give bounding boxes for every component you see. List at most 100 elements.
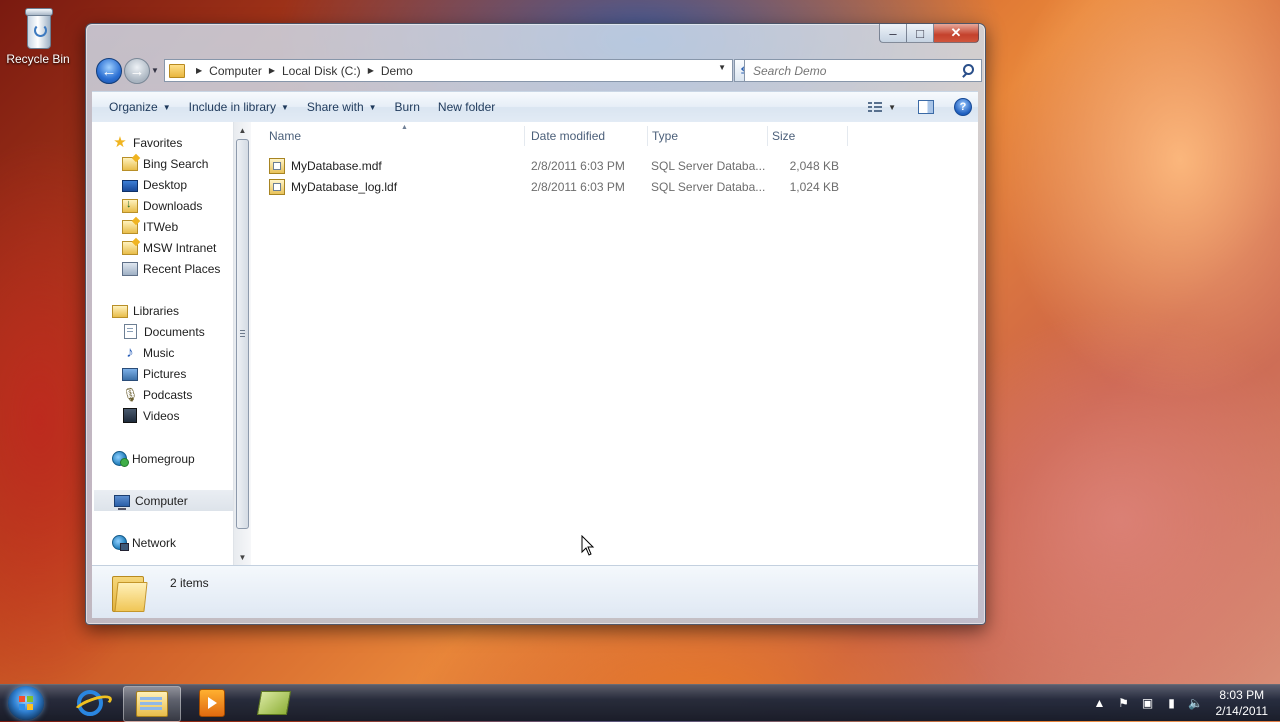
maximize-button[interactable]: □ bbox=[907, 24, 934, 43]
nav-item-label: Downloads bbox=[143, 198, 203, 213]
power-icon[interactable]: ▣ bbox=[1140, 695, 1156, 711]
search-box[interactable] bbox=[744, 59, 982, 82]
favorite-link-icon bbox=[122, 240, 138, 255]
taskbar-sql-server[interactable] bbox=[246, 686, 302, 720]
nav-item-desktop[interactable]: Desktop bbox=[92, 174, 187, 195]
column-header-date-modified[interactable]: Date modified bbox=[527, 126, 648, 146]
scroll-up-icon[interactable]: ▲ bbox=[234, 122, 251, 138]
new-folder-button[interactable]: New folder bbox=[429, 92, 504, 122]
nav-item-label: Documents bbox=[144, 324, 205, 339]
column-header-label: Type bbox=[652, 129, 679, 143]
show-hidden-icons-icon[interactable]: ▲ bbox=[1092, 695, 1108, 711]
nav-item-podcasts[interactable]: 🎙 Podcasts bbox=[92, 384, 192, 405]
nav-item-recent-places[interactable]: Recent Places bbox=[92, 258, 220, 279]
taskbar-media-player[interactable] bbox=[184, 686, 240, 720]
start-button[interactable] bbox=[8, 686, 44, 720]
breadcrumb-separator-icon[interactable]: ▶ bbox=[368, 66, 374, 75]
burn-button[interactable]: Burn bbox=[386, 92, 429, 122]
file-size: 2,048 KB bbox=[789, 158, 839, 173]
column-header-label: Date modified bbox=[531, 129, 606, 143]
nav-computer[interactable]: Computer bbox=[94, 490, 233, 511]
forward-arrow-icon: → bbox=[129, 62, 145, 80]
address-dropdown-icon[interactable]: ▼ bbox=[718, 63, 726, 72]
network-icon bbox=[112, 535, 129, 551]
nav-item-music[interactable]: ♪ Music bbox=[92, 342, 174, 363]
search-icon[interactable] bbox=[959, 62, 977, 80]
taskbar-windows-explorer[interactable] bbox=[123, 686, 181, 722]
file-list[interactable]: Name ▲ Date modified Type Size MyDatabas… bbox=[251, 122, 978, 565]
nav-item-msw-intranet[interactable]: MSW Intranet bbox=[92, 237, 216, 258]
column-header-type[interactable]: Type bbox=[648, 126, 768, 146]
database-file-icon bbox=[269, 157, 285, 174]
scroll-down-icon[interactable]: ▼ bbox=[234, 549, 251, 565]
documents-icon bbox=[124, 324, 137, 339]
scrollbar-thumb[interactable] bbox=[236, 139, 249, 529]
nav-item-videos[interactable]: Videos bbox=[92, 405, 179, 426]
breadcrumb-separator-icon[interactable]: ▶ bbox=[196, 66, 202, 75]
view-controls: ▼ ? bbox=[868, 92, 972, 122]
media-player-icon bbox=[199, 689, 225, 717]
volume-icon[interactable]: 🔈 bbox=[1188, 695, 1204, 711]
change-view-icon[interactable] bbox=[868, 101, 883, 113]
organize-menu[interactable]: Organize ▼ bbox=[100, 92, 180, 122]
navigation-scrollbar[interactable]: ▲ ▼ bbox=[233, 122, 251, 565]
forward-button[interactable]: → bbox=[124, 58, 150, 84]
nav-item-label: Desktop bbox=[143, 177, 188, 192]
nav-network[interactable]: Network bbox=[92, 532, 176, 553]
close-button[interactable]: ✕ bbox=[934, 24, 979, 43]
nav-item-pictures[interactable]: Pictures bbox=[92, 363, 186, 384]
mouse-cursor-icon bbox=[581, 535, 595, 556]
favorite-link-icon bbox=[122, 219, 138, 234]
recycle-bin-icon bbox=[23, 8, 53, 49]
nav-item-label: ITWeb bbox=[143, 219, 179, 234]
homegroup-icon bbox=[112, 451, 129, 467]
taskbar-internet-explorer[interactable] bbox=[62, 686, 118, 720]
minimize-button[interactable]: – bbox=[879, 24, 907, 43]
address-bar[interactable]: ▶ Computer ▶ Local Disk (C:) ▶ Demo ▼ bbox=[164, 59, 733, 82]
include-in-library-menu[interactable]: Include in library ▼ bbox=[180, 92, 298, 122]
nav-libraries[interactable]: Libraries bbox=[92, 300, 179, 321]
sort-ascending-icon: ▲ bbox=[401, 124, 408, 131]
share-with-menu[interactable]: Share with ▼ bbox=[298, 92, 386, 122]
nav-item-bing-search[interactable]: Bing Search bbox=[92, 153, 208, 174]
star-icon: ★ bbox=[113, 133, 127, 151]
internet-explorer-icon bbox=[77, 690, 103, 716]
recycle-bin-desktop-icon[interactable]: Recycle Bin bbox=[4, 6, 72, 66]
notification-area: ▲ ⚑ ▣ ▮ 🔈 8:03 PM 2/14/2011 bbox=[1088, 685, 1269, 721]
file-row[interactable]: MyDatabase.mdf 2/8/2011 6:03 PM SQL Serv… bbox=[251, 155, 851, 176]
file-row[interactable]: MyDatabase_log.ldf 2/8/2011 6:03 PM SQL … bbox=[251, 176, 851, 197]
help-icon[interactable]: ? bbox=[954, 98, 972, 116]
file-size: 1,024 KB bbox=[789, 179, 839, 194]
nav-favorites-label: Favorites bbox=[133, 135, 183, 150]
nav-item-itweb[interactable]: ITWeb bbox=[92, 216, 178, 237]
navigation-pane: ★ Favorites Bing Search Desktop Downloads… bbox=[92, 122, 233, 565]
nav-item-label: Music bbox=[143, 345, 175, 360]
nav-homegroup[interactable]: Homegroup bbox=[92, 448, 195, 469]
nav-item-downloads[interactable]: Downloads bbox=[92, 195, 202, 216]
breadcrumb-computer[interactable]: Computer bbox=[209, 64, 262, 78]
preview-pane-icon[interactable] bbox=[918, 100, 934, 114]
column-header-name[interactable]: Name ▲ bbox=[265, 124, 525, 146]
computer-icon bbox=[114, 494, 130, 510]
clock[interactable]: 8:03 PM 2/14/2011 bbox=[1216, 687, 1269, 719]
breadcrumb-demo[interactable]: Demo bbox=[381, 64, 413, 78]
nav-item-documents[interactable]: Documents bbox=[92, 321, 205, 342]
view-options-dropdown-icon[interactable]: ▼ bbox=[888, 103, 896, 112]
folder-icon bbox=[169, 63, 185, 78]
nav-item-label: MSW Intranet bbox=[143, 240, 217, 255]
recent-pages-dropdown-icon[interactable]: ▼ bbox=[151, 66, 159, 75]
search-input[interactable] bbox=[751, 62, 959, 79]
favorite-link-icon bbox=[122, 156, 138, 171]
column-header-size[interactable]: Size bbox=[768, 126, 848, 146]
action-center-flag-icon[interactable]: ⚑ bbox=[1116, 695, 1132, 711]
database-file-icon bbox=[269, 178, 285, 195]
breadcrumb-separator-icon[interactable]: ▶ bbox=[269, 66, 275, 75]
nav-favorites[interactable]: ★ Favorites bbox=[92, 132, 182, 153]
include-in-library-label: Include in library bbox=[188, 100, 276, 114]
file-name-cell[interactable]: MyDatabase_log.ldf bbox=[269, 176, 397, 197]
breadcrumb-local-disk[interactable]: Local Disk (C:) bbox=[282, 64, 361, 78]
chevron-down-icon: ▼ bbox=[281, 102, 289, 112]
file-name-cell[interactable]: MyDatabase.mdf bbox=[269, 155, 382, 176]
back-button[interactable]: ← bbox=[96, 58, 122, 84]
network-status-icon[interactable]: ▮ bbox=[1164, 695, 1180, 711]
